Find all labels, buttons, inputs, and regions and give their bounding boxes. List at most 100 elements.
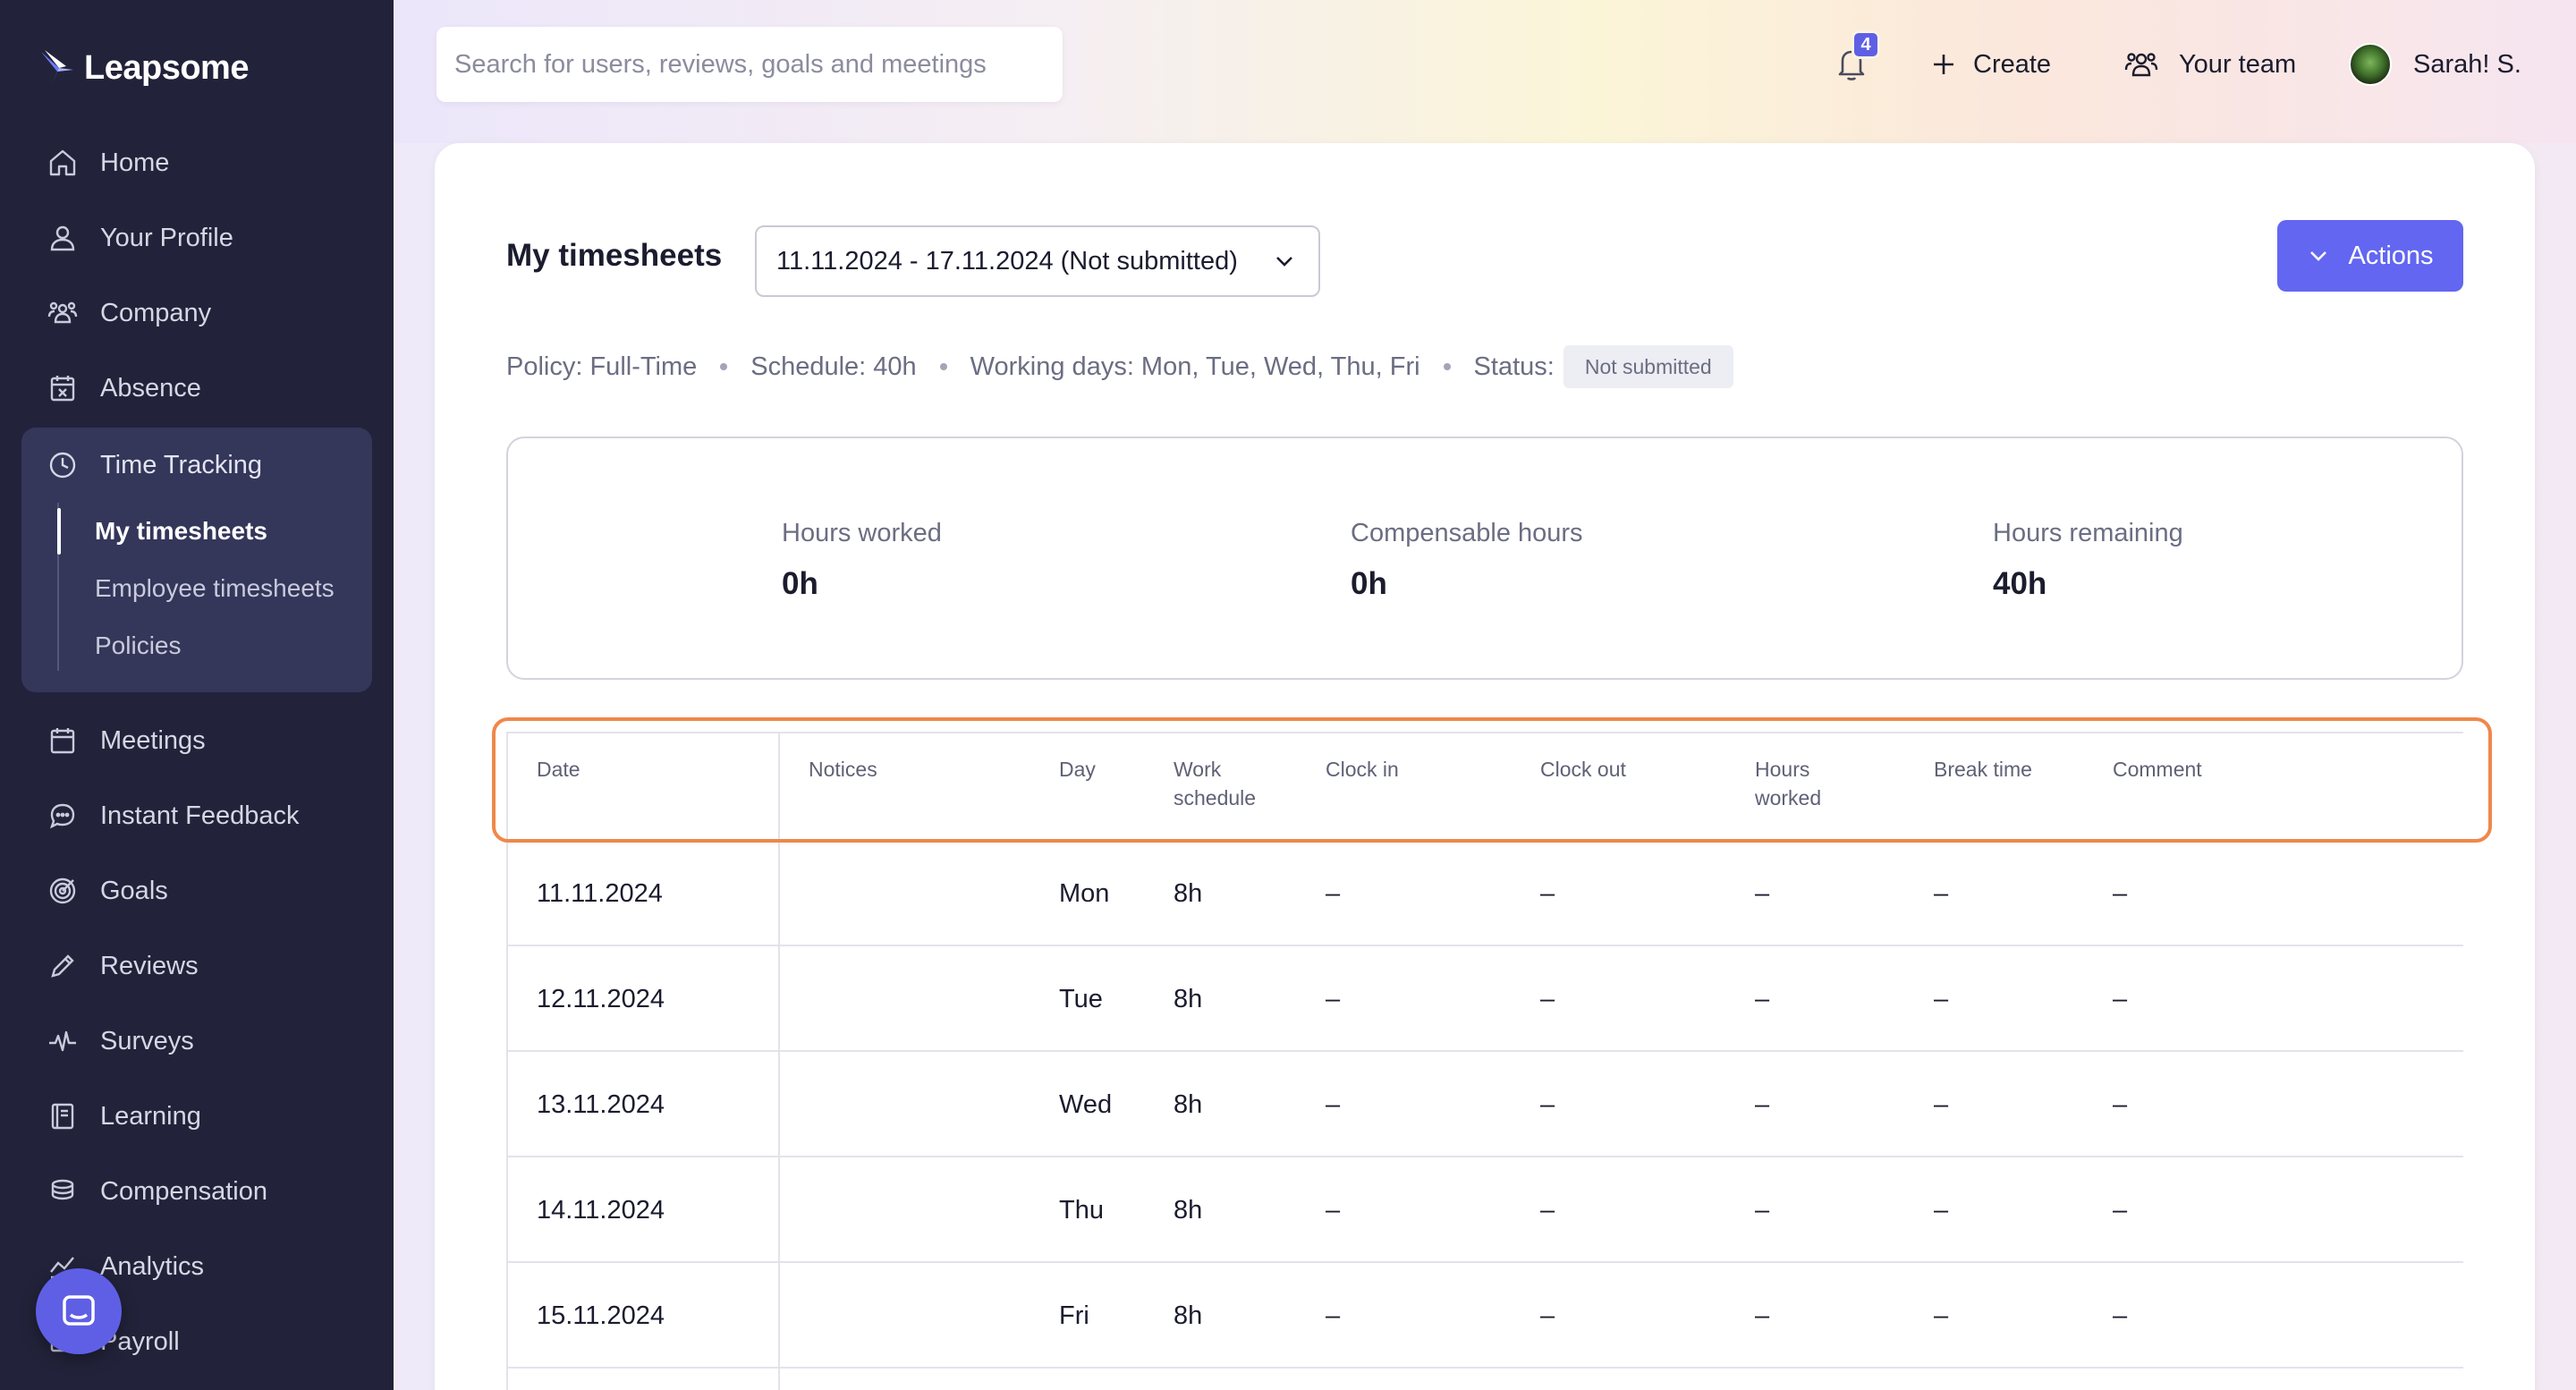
sidebar-item-label: Time Tracking	[100, 450, 263, 479]
cell-break-time[interactable]: –	[1934, 1157, 1948, 1263]
sidebar-item-reviews[interactable]: Reviews	[21, 928, 372, 1004]
book-icon	[51, 1103, 74, 1130]
sidebar-item-your-profile[interactable]: Your Profile	[21, 200, 372, 275]
column-divider	[778, 1052, 780, 1156]
header-work-schedule-line1: Work	[1174, 758, 1222, 781]
cell-date: 14.11.2024	[537, 1195, 665, 1225]
chat-icon	[49, 803, 75, 829]
cell-clock-out[interactable]: –	[1540, 1052, 1555, 1157]
cell-day: Thu	[1059, 1195, 1104, 1225]
stat-hours-worked: Hours worked 0h	[782, 519, 942, 602]
global-search-input[interactable]	[436, 27, 1063, 102]
header-hours-worked: Hours worked	[1755, 755, 1821, 812]
meta-schedule: Schedule: 40h	[750, 352, 917, 381]
sidebar-item-goals[interactable]: Goals	[21, 853, 372, 928]
timesheet-table: Date Notices Day Work schedule Clock in …	[506, 732, 2463, 1390]
table-row[interactable]: 11.11.2024 Mon 8h – – – – –	[506, 841, 2463, 946]
table-row[interactable]: 13.11.2024 Wed 8h – – – – –	[506, 1052, 2463, 1157]
table-row[interactable]: 14.11.2024 Thu 8h – – – – –	[506, 1157, 2463, 1263]
target-icon	[49, 877, 76, 904]
sidebar-item-learning[interactable]: Learning	[21, 1079, 372, 1154]
timesheet-meta: Policy: Full-Time Schedule: 40h Working …	[506, 343, 1733, 390]
column-divider	[778, 1157, 780, 1261]
cell-comment[interactable]: –	[2113, 1157, 2127, 1263]
cell-hours-worked: –	[1755, 1301, 1770, 1330]
separator-dot	[1443, 363, 1451, 370]
leapsome-bird-icon	[41, 50, 73, 84]
meta-policy: Policy: Full-Time	[506, 352, 698, 381]
subnav-item-policies[interactable]: Policies	[57, 617, 372, 674]
header-break-time: Break time	[1934, 758, 2032, 781]
cell-hours-worked: –	[1755, 1195, 1770, 1225]
cell-clock-out[interactable]: –	[1540, 1263, 1555, 1369]
column-divider	[778, 733, 780, 839]
cell-clock-out[interactable]: –	[1540, 841, 1555, 946]
your-team-button[interactable]: Your team	[2123, 27, 2296, 102]
column-divider	[778, 1263, 780, 1367]
subnav-item-employee-timesheets[interactable]: Employee timesheets	[57, 560, 372, 617]
cell-clock-in[interactable]: –	[1326, 1052, 1340, 1157]
cell-comment[interactable]: –	[2113, 1052, 2127, 1157]
cell-date: 15.11.2024	[537, 1301, 665, 1330]
sidebar-item-label: Learning	[100, 1101, 201, 1131]
cell-clock-out[interactable]: –	[1540, 946, 1555, 1052]
cell-clock-in[interactable]: –	[1326, 1263, 1340, 1369]
leapsome-logo[interactable]: Leapsome	[39, 45, 249, 91]
sidebar-item-compensation[interactable]: Compensation	[21, 1154, 372, 1229]
support-chat-button[interactable]	[36, 1268, 122, 1354]
page-title: My timesheets	[506, 238, 723, 273]
create-button[interactable]: Create	[1930, 27, 2051, 102]
cell-break-time[interactable]: –	[1934, 1263, 1948, 1369]
sidebar-item-home[interactable]: Home	[21, 125, 372, 200]
cell-clock-out[interactable]: –	[1540, 1157, 1555, 1263]
chevron-down-icon	[2310, 251, 2327, 261]
sidebar-item-absence[interactable]: Absence	[21, 351, 372, 426]
cell-break-time[interactable]: –	[1934, 946, 1948, 1052]
meta-working-days: Working days: Mon, Tue, Wed, Thu, Fri	[970, 352, 1420, 381]
actions-button[interactable]: Actions	[2277, 220, 2463, 292]
cell-break-time[interactable]: –	[1934, 841, 1948, 946]
cell-break-time[interactable]: –	[1934, 1052, 1948, 1157]
sidebar-item-instant-feedback[interactable]: Instant Feedback	[21, 778, 372, 853]
header-date[interactable]: Date	[537, 755, 580, 784]
cell-comment[interactable]: –	[2113, 841, 2127, 946]
header-day: Day	[1059, 758, 1096, 781]
actions-label: Actions	[2348, 241, 2434, 270]
sidebar-item-surveys[interactable]: Surveys	[21, 1004, 372, 1079]
separator-dot	[720, 363, 728, 370]
plus-icon	[1934, 55, 1953, 74]
sidebar-item-label: Compensation	[100, 1176, 267, 1206]
cell-day: Tue	[1059, 984, 1103, 1013]
sidebar-item-label: Instant Feedback	[100, 801, 300, 830]
table-row[interactable]: 15.11.2024 Fri 8h – – – – –	[506, 1263, 2463, 1369]
your-team-label: Your team	[2179, 49, 2297, 79]
subnav-item-my-timesheets[interactable]: My timesheets	[57, 503, 372, 560]
sidebar-item-label: Analytics	[100, 1251, 205, 1281]
cell-comment[interactable]: –	[2113, 1263, 2127, 1369]
sidebar-item-company[interactable]: Company	[21, 275, 372, 351]
table-row[interactable]: 12.11.2024 Tue 8h – – – – –	[506, 946, 2463, 1052]
status-badge: Not submitted	[1563, 345, 1733, 388]
table-row-partial	[506, 1369, 2463, 1390]
period-select[interactable]: 11.11.2024 - 17.11.2024 (Not submitted)	[755, 225, 1320, 297]
stat-value: 0h	[782, 566, 818, 601]
column-divider	[778, 1369, 780, 1390]
cell-clock-in[interactable]: –	[1326, 841, 1340, 946]
period-select-value: 11.11.2024 - 17.11.2024 (Not submitted)	[776, 246, 1238, 275]
header-comment: Comment	[2113, 758, 2202, 781]
sidebar-item-label: Absence	[100, 373, 201, 403]
cell-clock-in[interactable]: –	[1326, 1157, 1340, 1263]
sidebar-item-meetings[interactable]: Meetings	[21, 703, 372, 778]
sidebar-item-label: Surveys	[100, 1026, 194, 1055]
stat-value: 40h	[1993, 566, 2047, 601]
coins-icon	[51, 1179, 74, 1200]
user-menu[interactable]: Sarah! S.	[2349, 27, 2521, 102]
sidebar-item-time-tracking[interactable]: Time Tracking	[21, 428, 372, 503]
header-work-schedule: Work schedule	[1174, 755, 1256, 812]
people-icon	[47, 301, 78, 324]
sidebar: Leapsome Home Your Profile Company Absen…	[0, 0, 394, 1390]
cell-comment[interactable]: –	[2113, 946, 2127, 1052]
cell-clock-in[interactable]: –	[1326, 946, 1340, 1052]
avatar	[2349, 43, 2392, 86]
column-divider	[778, 946, 780, 1050]
